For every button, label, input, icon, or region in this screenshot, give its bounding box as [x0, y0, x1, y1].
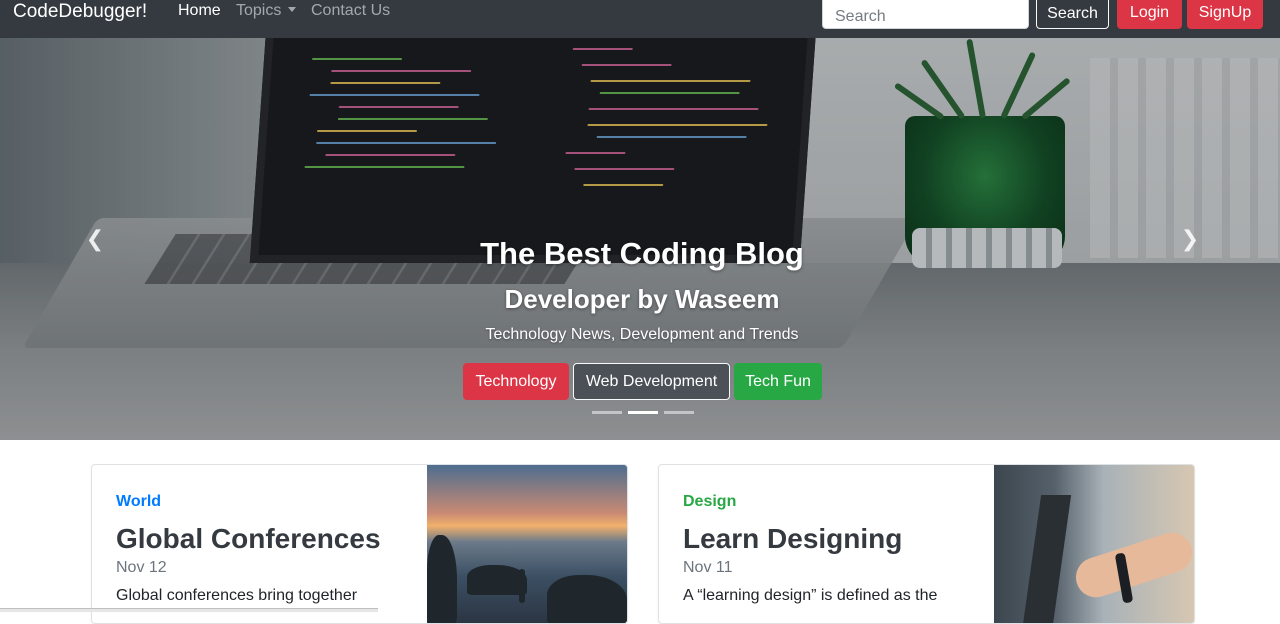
search-input[interactable] [822, 0, 1029, 29]
card-category[interactable]: Design [683, 493, 736, 511]
search-button[interactable]: Search [1036, 0, 1109, 29]
navbar: CodeDebugger! Home Topics Contact Us Sea… [0, 0, 1280, 38]
login-button[interactable]: Login [1117, 0, 1182, 29]
tech-fun-button[interactable]: Tech Fun [734, 363, 822, 400]
card-image-laptop-hand [994, 465, 1194, 623]
technology-button[interactable]: Technology [463, 363, 569, 400]
card-title: Global Conferences [116, 523, 381, 554]
card-category[interactable]: World [116, 493, 161, 511]
nav-link-contact[interactable]: Contact Us [311, 0, 390, 24]
card-excerpt: Global conferences bring together [116, 587, 358, 604]
nav-link-topics-label: Topics [236, 2, 282, 19]
hero-title: The Best Coding Blog [480, 236, 804, 271]
carousel-indicator[interactable] [664, 411, 694, 414]
carousel-indicator-active[interactable] [628, 411, 658, 414]
hero-tagline: Technology News, Development and Trends [485, 326, 799, 343]
web-development-button[interactable]: Web Development [573, 363, 730, 400]
post-card[interactable]: Design Learn Designing Nov 11 A “learnin… [658, 464, 1195, 624]
card-title: Learn Designing [683, 523, 903, 554]
hero-subtitle: Developer by Waseem [504, 284, 780, 314]
nav-link-topics[interactable]: Topics [236, 0, 297, 24]
signup-button[interactable]: SignUp [1187, 0, 1263, 29]
post-card[interactable]: World Global Conferences Nov 12 Global c… [91, 464, 628, 624]
brand-logo[interactable]: CodeDebugger! [13, 0, 147, 24]
horizontal-scrollbar[interactable] [0, 608, 378, 612]
card-image-seascape [427, 465, 627, 623]
card-date: Nov 12 [116, 559, 167, 576]
hero-carousel: ❮ ❯ The Best Coding Blog Developer by Wa… [0, 38, 1280, 440]
nav-link-home[interactable]: Home [178, 0, 221, 24]
card-date: Nov 11 [683, 559, 733, 576]
card-excerpt: A “learning design” is defined as the [683, 587, 938, 604]
caret-down-icon [288, 7, 297, 12]
carousel-indicator[interactable] [592, 411, 622, 414]
